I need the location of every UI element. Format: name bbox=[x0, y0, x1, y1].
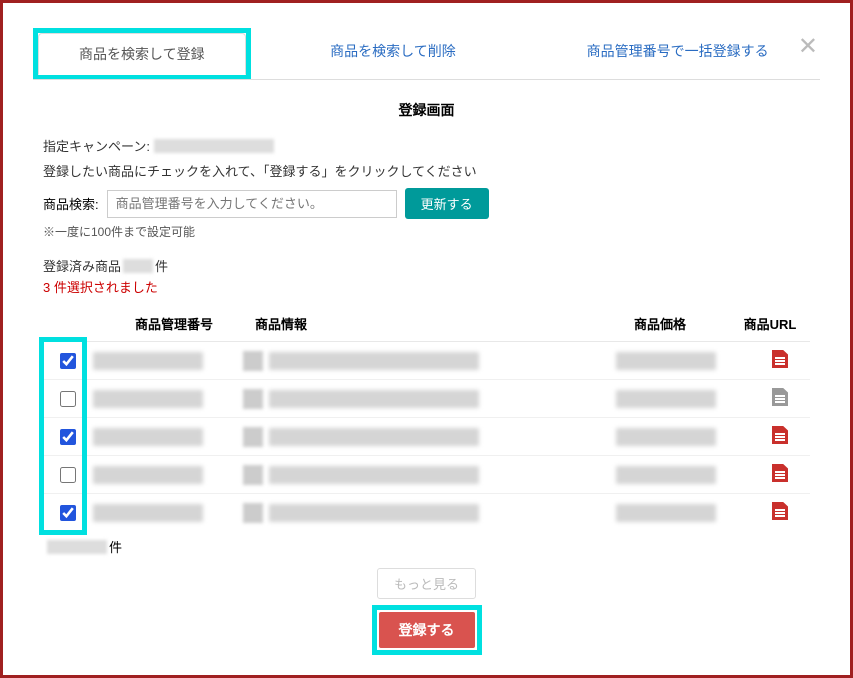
registered-count-redacted bbox=[123, 259, 153, 273]
cell-info-redacted bbox=[269, 466, 479, 484]
page-count-redacted bbox=[47, 540, 107, 554]
tab-search-delete[interactable]: 商品を検索して削除 bbox=[251, 28, 536, 79]
row-checkbox[interactable] bbox=[60, 391, 76, 407]
page-count-suffix: 件 bbox=[109, 537, 122, 556]
cell-info-redacted bbox=[269, 352, 479, 370]
highlight-register-button: 登録する bbox=[372, 605, 482, 655]
th-product-info: 商品情報 bbox=[249, 314, 590, 333]
cell-thumb-redacted bbox=[243, 465, 263, 485]
cell-id-redacted bbox=[93, 466, 203, 484]
cell-price-redacted bbox=[616, 466, 716, 484]
cell-thumb-redacted bbox=[243, 427, 263, 447]
highlight-tab-register: 商品を検索して登録 bbox=[33, 28, 251, 79]
registered-count-row: 登録済み商品 件 bbox=[43, 256, 810, 275]
cell-info-redacted bbox=[269, 504, 479, 522]
th-product-price: 商品価格 bbox=[590, 314, 730, 333]
limit-note: ※一度に100件まで設定可能 bbox=[43, 223, 810, 240]
register-button[interactable]: 登録する bbox=[379, 612, 475, 648]
document-icon[interactable] bbox=[772, 464, 788, 482]
table-row bbox=[43, 380, 810, 418]
cell-price-redacted bbox=[616, 352, 716, 370]
document-icon[interactable] bbox=[772, 350, 788, 368]
cell-price-redacted bbox=[616, 428, 716, 446]
table-row bbox=[43, 456, 810, 494]
page-title: 登録画面 bbox=[43, 100, 810, 120]
cell-id-redacted bbox=[93, 504, 203, 522]
cell-info-redacted bbox=[269, 428, 479, 446]
cell-id-redacted bbox=[93, 428, 203, 446]
table-row bbox=[43, 418, 810, 456]
th-product-id: 商品管理番号 bbox=[99, 314, 249, 333]
campaign-label: 指定キャンペーン: bbox=[43, 136, 150, 155]
document-icon[interactable] bbox=[772, 502, 788, 520]
content-panel: 登録画面 指定キャンペーン: 登録したい商品にチェックを入れて、「登録する」をク… bbox=[33, 80, 820, 665]
cell-info-redacted bbox=[269, 390, 479, 408]
cell-thumb-redacted bbox=[243, 351, 263, 371]
table-header: 商品管理番号 商品情報 商品価格 商品URL bbox=[43, 306, 810, 341]
search-input[interactable] bbox=[107, 190, 397, 218]
cell-id-redacted bbox=[93, 352, 203, 370]
cell-price-redacted bbox=[616, 390, 716, 408]
load-more-button[interactable]: もっと見る bbox=[377, 568, 476, 599]
registered-suffix: 件 bbox=[155, 256, 168, 275]
instruction-text: 登録したい商品にチェックを入れて、「登録する」をクリックしてください bbox=[43, 161, 810, 180]
selected-count: 3 件選択されました bbox=[43, 277, 810, 296]
row-checkbox[interactable] bbox=[60, 467, 76, 483]
table-row bbox=[43, 494, 810, 531]
close-icon[interactable]: ✕ bbox=[798, 35, 818, 59]
table-body[interactable] bbox=[43, 341, 810, 531]
cell-thumb-redacted bbox=[243, 389, 263, 409]
page-count-row: 件 bbox=[43, 537, 810, 556]
footer-actions: もっと見る 登録する bbox=[43, 568, 810, 655]
document-icon[interactable] bbox=[772, 426, 788, 444]
cell-thumb-redacted bbox=[243, 503, 263, 523]
row-checkbox[interactable] bbox=[60, 429, 76, 445]
table-row bbox=[43, 342, 810, 380]
th-product-url: 商品URL bbox=[730, 314, 810, 333]
tab-search-register[interactable]: 商品を検索して登録 bbox=[38, 33, 246, 75]
cell-id-redacted bbox=[93, 390, 203, 408]
search-row: 商品検索: 更新する bbox=[43, 188, 810, 219]
search-label: 商品検索: bbox=[43, 194, 99, 213]
cell-price-redacted bbox=[616, 504, 716, 522]
document-icon[interactable] bbox=[772, 388, 788, 406]
tab-bulk-register[interactable]: 商品管理番号で一括登録する bbox=[535, 28, 820, 79]
campaign-value-redacted bbox=[154, 139, 274, 153]
table-wrapper bbox=[43, 341, 810, 531]
campaign-row: 指定キャンペーン: bbox=[43, 136, 810, 155]
tab-bar: 商品を検索して登録 商品を検索して削除 商品管理番号で一括登録する bbox=[33, 28, 820, 80]
row-checkbox[interactable] bbox=[60, 505, 76, 521]
registered-prefix: 登録済み商品 bbox=[43, 256, 121, 275]
update-button[interactable]: 更新する bbox=[405, 188, 489, 219]
row-checkbox[interactable] bbox=[60, 353, 76, 369]
